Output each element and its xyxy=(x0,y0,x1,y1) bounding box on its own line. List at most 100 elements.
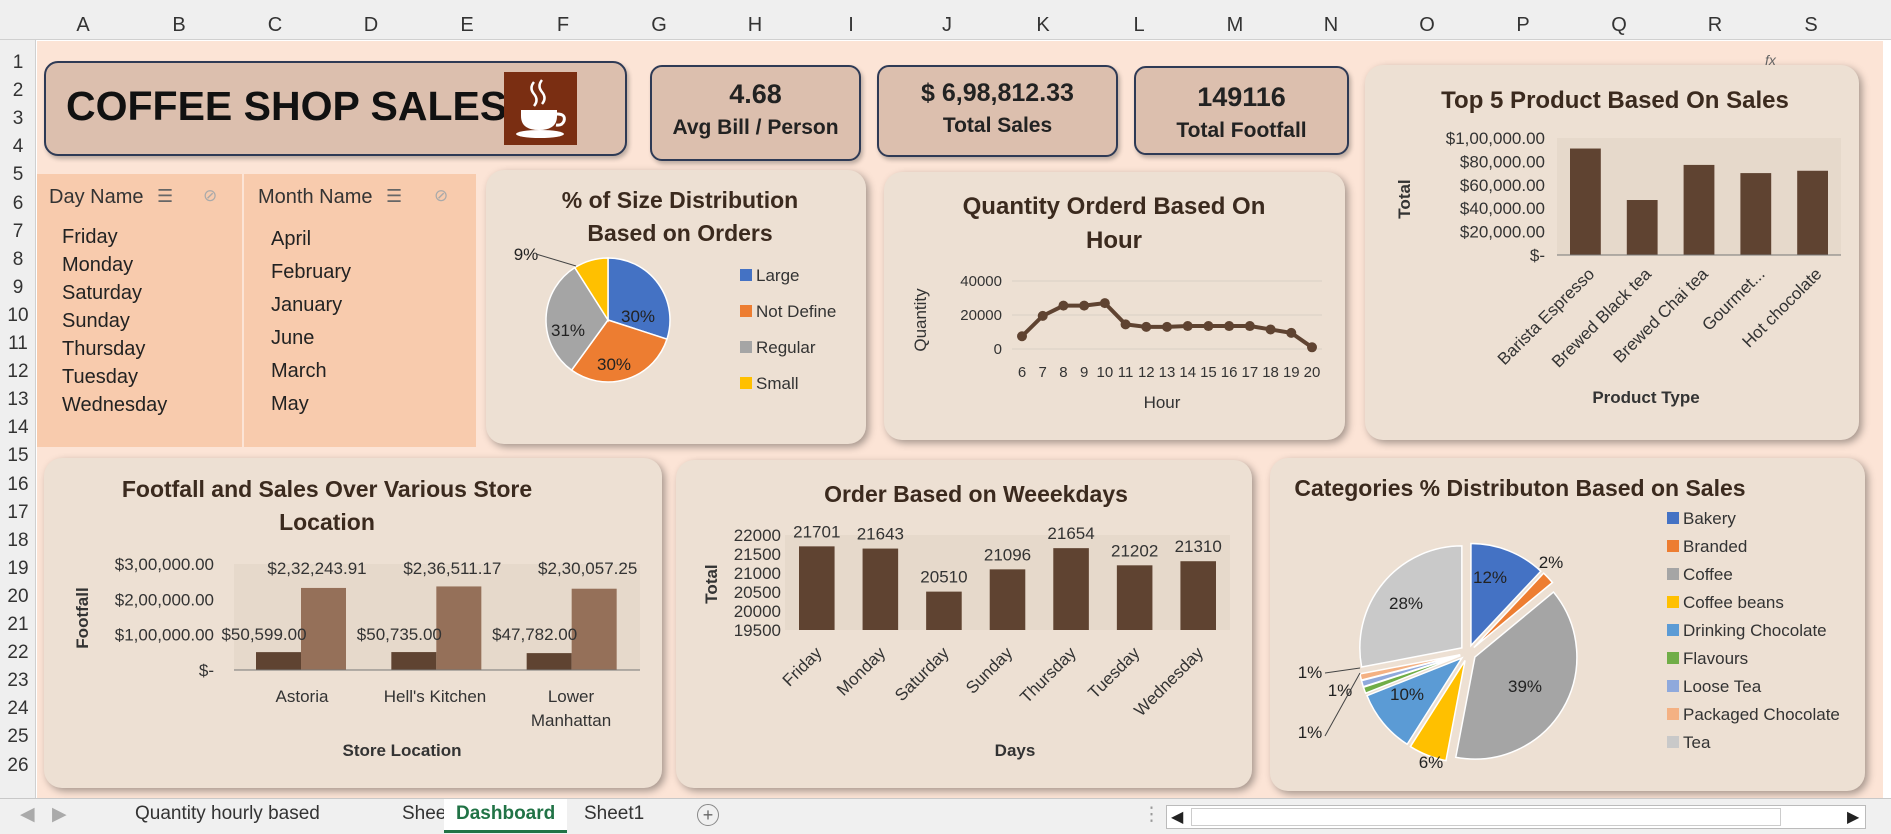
tab-sheet1[interactable]: Sheet1 xyxy=(584,803,644,825)
row-label[interactable]: 12 xyxy=(0,361,36,383)
slicer-item[interactable]: February xyxy=(271,261,351,284)
column-label[interactable]: I xyxy=(803,14,899,37)
column-label[interactable]: N xyxy=(1283,14,1379,37)
column-label[interactable]: P xyxy=(1475,14,1571,37)
column-label[interactable]: Q xyxy=(1571,14,1667,37)
slicer-item[interactable]: May xyxy=(271,393,309,416)
column-label[interactable]: L xyxy=(1091,14,1187,37)
column-label[interactable]: J xyxy=(899,14,995,37)
row-label[interactable]: 8 xyxy=(0,249,36,271)
tab-options-icon[interactable]: ⋮ xyxy=(1142,803,1161,826)
top5-product-chart: Top 5 Product Based On Sales $- $20,000.00… xyxy=(1395,87,1841,407)
column-label[interactable]: E xyxy=(419,14,515,37)
chart-size-card[interactable]: % of Size Distribution Based on Orders 30%… xyxy=(486,170,866,444)
column-label[interactable]: B xyxy=(131,14,227,37)
chart-top5-card[interactable]: Top 5 Product Based On Sales $- $20,000.00… xyxy=(1365,65,1859,440)
legend-swatch xyxy=(1667,736,1679,748)
pie-data-label: 12% xyxy=(1473,568,1507,587)
column-label[interactable]: R xyxy=(1667,14,1763,37)
multi-select-icon[interactable]: ☰ xyxy=(157,186,173,207)
x-tick-label: 7 xyxy=(1039,364,1047,381)
slicer-month-name[interactable]: Month Name ☰ ⊘ April February January Ju… xyxy=(244,174,476,447)
row-label[interactable]: 18 xyxy=(0,530,36,552)
slicer-item[interactable]: January xyxy=(271,294,342,317)
slicer-item[interactable]: Friday xyxy=(62,226,118,249)
y-tick-label: $80,000.00 xyxy=(1460,152,1545,171)
row-label[interactable]: 2 xyxy=(0,80,36,102)
line-point xyxy=(1141,321,1152,332)
tab-scroll-right-icon[interactable]: ▶ xyxy=(52,803,67,826)
legend-label: Coffee beans xyxy=(1683,593,1784,612)
row-label[interactable]: 25 xyxy=(0,726,36,748)
scroll-left-icon[interactable]: ◀ xyxy=(1171,807,1183,827)
x-tick-label: Friday xyxy=(779,643,826,690)
row-label[interactable]: 16 xyxy=(0,474,36,496)
row-label[interactable]: 14 xyxy=(0,417,36,439)
column-label[interactable]: F xyxy=(515,14,611,37)
chart-weekday-card[interactable]: Order Based on Weeekdays 19500 20000 20500 2… xyxy=(676,460,1252,788)
row-label[interactable]: 15 xyxy=(0,445,36,467)
column-label[interactable]: O xyxy=(1379,14,1475,37)
row-label[interactable]: 7 xyxy=(0,221,36,243)
slicer-item[interactable]: Saturday xyxy=(62,282,142,305)
row-label[interactable]: 11 xyxy=(0,333,36,355)
row-label[interactable]: 4 xyxy=(0,136,36,158)
row-label[interactable]: 22 xyxy=(0,642,36,664)
row-label[interactable]: 26 xyxy=(0,755,36,777)
chart-category-card[interactable]: Categories % Distributon Based on Sales 1… xyxy=(1270,458,1865,791)
column-label[interactable]: S xyxy=(1763,14,1859,37)
column-label[interactable]: D xyxy=(323,14,419,37)
row-label[interactable]: 24 xyxy=(0,698,36,720)
leader-line xyxy=(1324,667,1361,674)
row-label[interactable]: 3 xyxy=(0,108,36,130)
bar xyxy=(256,652,301,670)
row-label[interactable]: 10 xyxy=(0,305,36,327)
slicer-header: Month Name xyxy=(258,186,373,208)
x-tick-label: Sunday xyxy=(962,643,1017,698)
y-tick-label: $- xyxy=(1530,246,1545,265)
slicer-item[interactable]: Monday xyxy=(62,254,133,277)
row-label[interactable]: 13 xyxy=(0,389,36,411)
clear-filter-icon[interactable]: ⊘ xyxy=(434,186,448,206)
slicer-item[interactable]: March xyxy=(271,360,327,383)
scroll-right-icon[interactable]: ▶ xyxy=(1847,807,1859,827)
row-label[interactable]: 19 xyxy=(0,558,36,580)
tab-dashboard[interactable]: Dashboard xyxy=(444,799,568,833)
tab-scroll-left-icon[interactable]: ◀ xyxy=(20,803,35,826)
row-label[interactable]: 17 xyxy=(0,502,36,524)
row-label[interactable]: 5 xyxy=(0,164,36,186)
row-label[interactable]: 6 xyxy=(0,193,36,215)
column-label[interactable]: G xyxy=(611,14,707,37)
column-label[interactable]: H xyxy=(707,14,803,37)
scroll-thumb[interactable] xyxy=(1191,808,1781,826)
column-label[interactable]: M xyxy=(1187,14,1283,37)
clear-filter-icon[interactable]: ⊘ xyxy=(203,186,217,206)
slicer-item[interactable]: Wednesday xyxy=(62,394,167,417)
pie-data-label: 6% xyxy=(1419,753,1444,772)
select-all-corner[interactable] xyxy=(0,6,36,40)
chart-hour-card[interactable]: Quantity Orderd Based On Hour 0 20000 40000 6… xyxy=(884,172,1345,440)
slicer-item[interactable]: Thursday xyxy=(62,338,145,361)
row-label[interactable]: 9 xyxy=(0,277,36,299)
row-label[interactable]: 21 xyxy=(0,614,36,636)
row-label[interactable]: 1 xyxy=(0,52,36,74)
row-label[interactable]: 20 xyxy=(0,586,36,608)
tab-quantity-hourly[interactable]: Quantity hourly based xyxy=(135,803,320,825)
slicer-item[interactable]: Sunday xyxy=(62,310,130,333)
row-label[interactable]: 23 xyxy=(0,670,36,692)
chart-title: Categories % Distributon Based on Sales xyxy=(1294,475,1745,501)
add-sheet-icon[interactable]: + xyxy=(697,804,719,826)
legend-swatch xyxy=(1667,540,1679,552)
slicer-item[interactable]: April xyxy=(271,228,311,251)
slicer-day-name[interactable]: Day Name ☰ ⊘ Friday Monday Saturday Sund… xyxy=(37,174,242,447)
column-label[interactable]: A xyxy=(35,14,131,37)
column-label[interactable]: K xyxy=(995,14,1091,37)
column-label[interactable]: C xyxy=(227,14,323,37)
multi-select-icon[interactable]: ☰ xyxy=(386,186,402,207)
slicer-item[interactable]: June xyxy=(271,327,314,350)
slicer-item[interactable]: Tuesday xyxy=(62,366,138,389)
horizontal-scrollbar[interactable]: ◀ ▶ xyxy=(1166,805,1866,829)
x-tick-label: Lower xyxy=(548,687,595,706)
kpi-value: 149116 xyxy=(1197,82,1286,112)
chart-store-card[interactable]: Footfall and Sales Over Various Store Loc… xyxy=(44,458,662,788)
